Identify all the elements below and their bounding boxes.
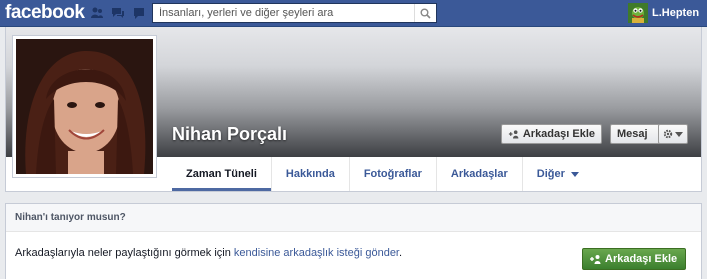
tab-more[interactable]: Diğer [521,157,593,191]
tab-label: Diğer [536,168,565,180]
messages-icon[interactable] [111,6,125,20]
profile-header: Nihan Porçalı Arkadaşı Ekle Mesaj Zaman … [5,27,702,192]
profile-tabs: Zaman Tüneli Hakkında Fotoğraflar Arkada… [172,157,593,191]
search-box [152,3,437,23]
profile-picture[interactable] [13,36,156,177]
panel-title: Nihan'ı tanıyor musun? [6,204,701,232]
add-friend-icon [590,255,601,264]
chevron-down-icon [570,171,579,177]
search-input[interactable] [153,4,415,22]
gear-icon [663,129,673,139]
add-friend-green-button[interactable]: Arkadaşı Ekle [582,248,686,270]
notification-jewels [90,6,146,21]
profile-photo [16,39,153,174]
message-label: Mesaj [617,128,648,140]
tab-photos[interactable]: Fotoğraflar [348,157,436,191]
search-icon [420,8,431,19]
top-nav-bar: facebook L.Hepten [0,0,707,27]
profile-name[interactable]: Nihan Porçalı [172,124,287,145]
friend-requests-icon[interactable] [90,6,104,20]
settings-dropdown-button[interactable] [658,124,688,144]
add-friend-label: Arkadaşı Ekle [522,128,595,140]
tab-label: Fotoğraflar [363,168,422,180]
add-friend-icon [508,130,519,139]
user-avatar [628,3,648,23]
tab-label: Arkadaşlar [450,168,508,180]
tab-friends[interactable]: Arkadaşlar [435,157,522,191]
tab-label: Zaman Tüneli [186,168,257,180]
facebook-logo[interactable]: facebook [5,1,85,25]
tab-about[interactable]: Hakkında [270,157,349,191]
add-friend-button[interactable]: Arkadaşı Ekle [501,124,602,144]
search-button[interactable] [414,4,436,22]
panel-message: Arkadaşlarıyla neler paylaştığını görmek… [15,247,402,259]
friend-suggestion-panel: Nihan'ı tanıyor musun? Arkadaşlarıyla ne… [5,203,702,279]
user-menu[interactable]: L.Hepten [628,2,699,24]
add-friend-label: Arkadaşı Ekle [605,253,678,265]
chevron-down-icon [675,131,683,137]
panel-text-suffix: . [399,247,403,259]
panel-text: Arkadaşlarıyla neler paylaştığını görmek… [15,247,234,259]
send-friend-request-link[interactable]: kendisine arkadaşlık isteği gönder [234,247,399,259]
message-button[interactable]: Mesaj [610,124,660,144]
user-name[interactable]: L.Hepten [652,7,699,19]
tab-label: Hakkında [285,168,335,180]
notifications-icon[interactable] [132,6,146,20]
tab-timeline[interactable]: Zaman Tüneli [172,157,271,191]
